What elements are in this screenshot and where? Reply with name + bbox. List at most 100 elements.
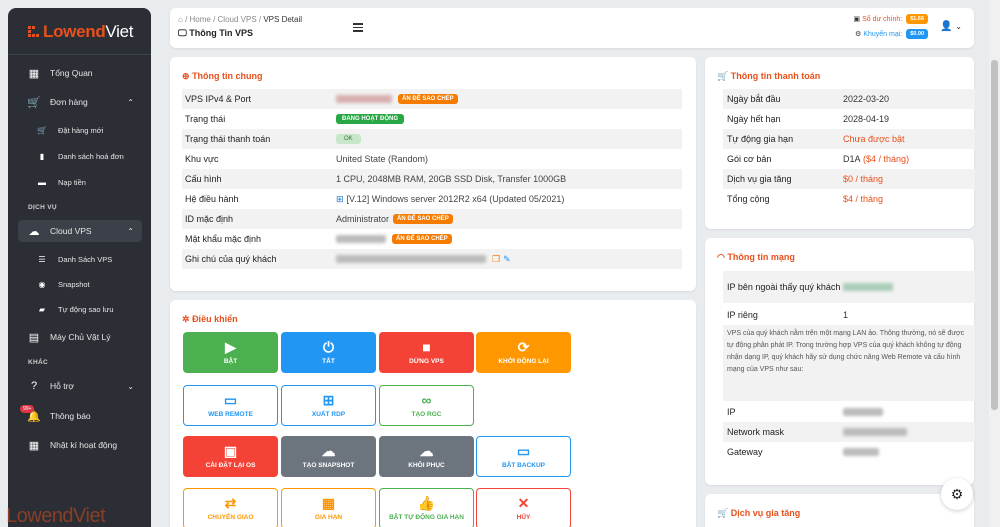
sidebar-item-support[interactable]: ? Hỗ trợ ⌄ xyxy=(18,375,142,397)
sidebar-item-overview[interactable]: ▦ Tổng Quan xyxy=(18,62,142,84)
help-icon: ? xyxy=(30,380,38,392)
control-button-9[interactable]: ☁ KHÔI PHỤC xyxy=(379,436,474,477)
dashboard-icon: ▦ xyxy=(28,67,40,80)
chevron-down-icon: ⌄ xyxy=(127,381,134,391)
network-row-mask: Network mask xyxy=(723,422,975,442)
sidebar-divider xyxy=(8,54,151,55)
gateway-blurred xyxy=(843,448,879,456)
payment-row-start: Ngày bắt đầu 2022-03-20 xyxy=(723,89,975,109)
breadcrumb-home[interactable]: Home xyxy=(190,15,211,24)
payment-row-plan: Gói cơ bản D1A ($4 / tháng) xyxy=(723,149,975,169)
control-button-4[interactable]: ▭ WEB REMOTE xyxy=(183,385,278,426)
copy-icon[interactable]: ❐ xyxy=(492,254,500,265)
card-title-text: Thông tin mạng xyxy=(727,252,795,262)
row-value: United State (Random) xyxy=(336,154,429,164)
control-button-10[interactable]: ▭ BẬT BACKUP xyxy=(476,436,571,477)
network-row-gateway: Gateway xyxy=(723,442,975,462)
control-button-13[interactable]: 👍 BẬT TỰ ĐỘNG GIA HẠN xyxy=(379,488,474,527)
control-button-11[interactable]: ⇄ CHUYỂN GIAO xyxy=(183,488,278,527)
user-menu[interactable]: 👤 ⌄ xyxy=(940,21,962,32)
nav-label: Nhật kí hoạt động xyxy=(50,440,118,450)
breadcrumb-cloud-vps[interactable]: Cloud VPS xyxy=(218,15,257,24)
breadcrumb: ⌂ / Home / Cloud VPS / VPS Detail xyxy=(178,15,303,24)
network-info-title: ◠ Thông tin mạng xyxy=(717,252,795,263)
mask-blurred xyxy=(843,428,907,436)
card-title-text: Điều khiển xyxy=(192,314,238,324)
brand-logo[interactable]: LowendViet xyxy=(28,22,134,42)
general-info-title: ⊕ Thông tin chung xyxy=(182,71,263,82)
control-button-5[interactable]: ⊞ XUẤT RDP xyxy=(281,385,376,426)
power-icon: ⏻ xyxy=(322,338,335,355)
sidebar-item-vps-list[interactable]: ☰ Danh Sách VPS xyxy=(18,248,142,270)
control-button-label: TẠO RGC xyxy=(411,410,442,418)
copy-password-button[interactable]: ẤN ĐỂ SAO CHÉP xyxy=(392,234,452,244)
public-ip-blurred xyxy=(843,283,893,291)
sidebar-item-cloud-vps[interactable]: ☁ Cloud VPS ⌃ xyxy=(18,220,142,242)
control-button-label: DỪNG VPS xyxy=(409,357,444,365)
plan-price: ($4 / tháng) xyxy=(863,154,910,164)
copy-ip-button[interactable]: ẤN ĐỂ SAO CHÉP xyxy=(398,94,458,104)
cart-icon: 🛒 xyxy=(717,71,729,81)
row-value: Chưa được bật xyxy=(843,134,905,144)
control-button-6[interactable]: ∞ TẠO RGC xyxy=(379,385,474,426)
monitor-icon: 🖵 xyxy=(178,28,187,38)
row-value: 2028-04-19 xyxy=(843,114,890,124)
row-key: Mật khẩu mặc định xyxy=(185,234,262,244)
control-button-label: CÀI ĐẶT LẠI OS xyxy=(205,461,256,469)
notification-badge: 99+ xyxy=(20,405,35,413)
page-scrollbar[interactable] xyxy=(989,0,1000,527)
control-button-1[interactable]: ⏻ TẮT xyxy=(281,332,376,373)
sidebar-item-snapshot[interactable]: ◉ Snapshot xyxy=(18,273,142,295)
brand-suffix: Viet xyxy=(105,22,134,41)
logo-mark-icon xyxy=(28,26,40,38)
control-button-label: CHUYỂN GIAO xyxy=(207,513,254,521)
card-title-text: Thông tin chung xyxy=(192,71,263,81)
info-row-status: Trạng thái ĐANG HOẠT ĐỘNG xyxy=(182,109,682,129)
row-value: Administrator xyxy=(336,214,390,224)
menu-toggle-icon[interactable] xyxy=(353,21,363,34)
file-icon: ▮ xyxy=(39,151,45,161)
control-button-7[interactable]: ▣ CÀI ĐẶT LẠI OS xyxy=(183,436,278,477)
sidebar-item-auto-backup[interactable]: ▰ Tự động sao lưu xyxy=(18,298,142,320)
vnc-icon: ▭ xyxy=(223,391,238,408)
control-button-8[interactable]: ☁ TẠO SNAPSHOT xyxy=(281,436,376,477)
control-button-label: BẬT BACKUP xyxy=(502,461,545,469)
sidebar-item-topup[interactable]: ▬ Nạp tiền xyxy=(18,171,142,193)
sidebar-item-dedicated[interactable]: ▤ Máy Chủ Vật Lý xyxy=(18,326,142,348)
control-button-0[interactable]: ▶ BẬT xyxy=(183,332,278,373)
control-button-label: KHỞI ĐỘNG LẠI xyxy=(498,357,549,365)
settings-gear-icon[interactable]: ⚙ xyxy=(941,478,973,510)
control-button-14[interactable]: ✕ HỦY xyxy=(476,488,571,527)
sidebar-item-orders[interactable]: 🛒 Đơn hàng ⌃ xyxy=(18,91,142,113)
control-button-label: TẠO SNAPSHOT xyxy=(302,461,355,469)
control-button-2[interactable]: ■ DỪNG VPS xyxy=(379,332,474,373)
sidebar-item-new-order[interactable]: 🛒 Đặt hàng mới xyxy=(18,119,142,141)
payment-row-addons: Dịch vụ gia tăng $0 / tháng xyxy=(723,169,975,189)
sidebar-item-invoices[interactable]: ▮ Danh sách hoá đơn xyxy=(18,145,142,167)
copy-id-button[interactable]: ẤN ĐỂ SAO CHÉP xyxy=(393,214,453,224)
row-key: Ghi chú của quý khách xyxy=(185,254,277,264)
home-icon[interactable]: ⌂ xyxy=(178,15,183,24)
nav-label: Tổng Quan xyxy=(50,68,93,78)
control-button-3[interactable]: ⟳ KHỞI ĐỘNG LẠI xyxy=(476,332,571,373)
row-key: Tự động gia hạn xyxy=(727,134,794,144)
sidebar-item-activity-log[interactable]: ▦ Nhật kí hoạt động xyxy=(18,434,142,456)
section-services: DỊCH VỤ xyxy=(28,204,57,211)
nav-label: Snapshot xyxy=(58,279,90,289)
control-button-label: XUẤT RDP xyxy=(311,410,346,418)
controls-title: ✲ Điều khiển xyxy=(182,314,238,325)
edit-icon[interactable]: ✎ xyxy=(503,254,511,265)
status-badge: ĐANG HOẠT ĐỘNG xyxy=(336,114,404,124)
page-title-text: Thông Tin VPS xyxy=(189,28,254,38)
windows-icon: ⊞ xyxy=(322,391,335,408)
row-key: Ngày bắt đầu xyxy=(727,94,781,104)
x-icon: ✕ xyxy=(517,494,530,511)
stop-icon: ■ xyxy=(422,338,431,355)
control-button-12[interactable]: ▦ GIA HẠN xyxy=(281,488,376,527)
sidebar-item-notifications[interactable]: 🔔 Thông báo xyxy=(18,405,142,427)
row-value: 1 xyxy=(843,310,849,320)
nav-label: Hỗ trợ xyxy=(50,381,74,391)
password-value-blurred xyxy=(336,235,386,243)
info-row-config: Cấu hình 1 CPU, 2048MB RAM, 20GB SSD Disk… xyxy=(182,169,682,189)
control-button-label: TẮT xyxy=(322,357,335,365)
